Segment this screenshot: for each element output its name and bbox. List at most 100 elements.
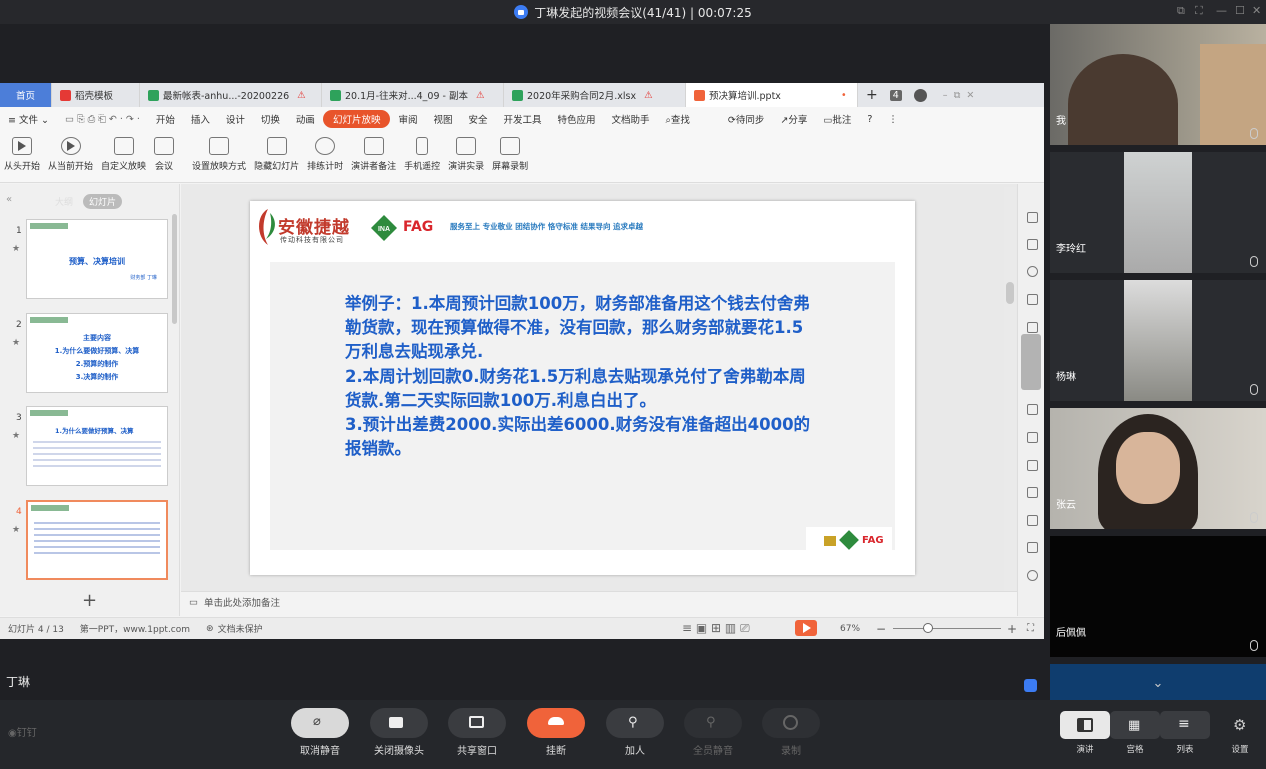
protection-status[interactable]: 文档未保护 — [218, 622, 263, 635]
participant-tile[interactable]: 杨琳 — [1050, 280, 1266, 401]
tab-presentation[interactable]: 预决算培训.pptx • — [686, 83, 858, 107]
mute-all-button[interactable]: ⚲ — [684, 708, 742, 738]
shape-icon[interactable] — [1027, 266, 1038, 277]
new-tab-button[interactable]: + — [858, 83, 886, 107]
expand-pane-handle[interactable] — [1021, 334, 1041, 390]
stamp-icon[interactable] — [1027, 294, 1038, 305]
menu-design[interactable]: 设计 — [218, 112, 253, 126]
image-icon[interactable] — [1027, 515, 1038, 526]
add-person-button[interactable]: ⚲ — [606, 708, 664, 738]
phone-remote-button[interactable]: 手机遥控 — [404, 137, 440, 172]
share-button[interactable]: ↗分享 — [772, 112, 815, 126]
layers-icon[interactable] — [1027, 432, 1038, 443]
menu-slideshow[interactable]: 幻灯片放映 — [322, 110, 391, 128]
tab-home[interactable]: 首页 — [0, 83, 52, 107]
play-slideshow-button[interactable] — [795, 620, 817, 636]
play-from-start-button[interactable]: 从头开始 — [4, 137, 40, 172]
notes-bar[interactable]: ▭ 单击此处添加备注 — [181, 591, 1017, 612]
grid-view-button[interactable]: ▦ — [1110, 711, 1160, 739]
zoom-slider-thumb[interactable] — [923, 623, 933, 633]
participant-tile[interactable]: 张云 — [1050, 408, 1266, 529]
sync-button[interactable]: ⟳待同步 — [720, 112, 772, 126]
menu-search[interactable]: ⌕查找 — [658, 112, 698, 126]
menu-features[interactable]: 特色应用 — [550, 112, 604, 126]
screen-record-button[interactable]: 屏幕录制 — [492, 137, 528, 172]
participant-tile[interactable]: 我 — [1050, 24, 1266, 145]
comment-button[interactable]: ▭批注 — [815, 112, 859, 126]
table-icon[interactable] — [1027, 322, 1038, 333]
account-avatar[interactable] — [906, 83, 935, 107]
list-view-button[interactable]: ≡ — [1160, 711, 1210, 739]
record-narration-button[interactable]: 演讲实录 — [448, 137, 484, 172]
sliders-icon[interactable] — [1027, 404, 1038, 415]
participant-tile[interactable]: 后佩佩 — [1050, 536, 1266, 657]
tab-sheet-2[interactable]: 20.1月-往来对...4_09 - 副本 ⚠ — [322, 83, 504, 107]
wps-window-controls[interactable]: – ⧉ ✕ — [935, 83, 983, 107]
show-settings-button[interactable]: 设置放映方式 — [192, 137, 246, 172]
restore-icon[interactable]: ⧉ — [954, 90, 961, 101]
minimize-icon[interactable]: — — [1216, 4, 1227, 17]
unmute-button[interactable]: ⌀ — [291, 708, 349, 738]
canvas-scrollbar[interactable] — [1004, 187, 1016, 592]
hamburger-icon[interactable]: ≡ 文件 ⌄ — [0, 112, 57, 126]
pip-icon[interactable]: ⧉ — [1177, 4, 1185, 18]
zoom-in-icon[interactable]: + — [1007, 622, 1017, 636]
share-window-button[interactable] — [448, 708, 506, 738]
menu-insert[interactable]: 插入 — [183, 112, 218, 126]
gear-icon[interactable]: ⚙ — [1233, 716, 1246, 734]
menu-developer[interactable]: 开发工具 — [496, 112, 550, 126]
slide-thumbnail-4[interactable] — [26, 500, 168, 580]
camera-off-button[interactable] — [370, 708, 428, 738]
pin-icon[interactable] — [1027, 212, 1038, 223]
copy-icon[interactable] — [1027, 239, 1038, 250]
speaker-view-button[interactable] — [1060, 711, 1110, 739]
play-from-current-button[interactable]: 从当前开始 — [48, 137, 93, 172]
tab-sheet-3[interactable]: 2020年采购合同2月.xlsx ⚠ — [504, 83, 686, 107]
record-button[interactable] — [762, 708, 820, 738]
archive-icon[interactable] — [1027, 487, 1038, 498]
collapse-panel-icon[interactable]: « — [6, 194, 12, 205]
fit-window-icon[interactable]: ⛶ — [1027, 623, 1034, 634]
quick-access-toolbar[interactable]: ▭ ⎘ ⎙ ⎗ ↶ · ↷ · — [57, 114, 148, 125]
fullscreen-icon[interactable]: ⛶ — [1195, 4, 1203, 18]
menu-review[interactable]: 审阅 — [390, 112, 425, 126]
participant-tile[interactable]: 李玲红 — [1050, 152, 1266, 273]
slide-thumbnail-1[interactable]: 预算、决算培训 财务部 丁琳 — [26, 219, 168, 299]
menu-transition[interactable]: 切换 — [253, 112, 288, 126]
view-mode-icons[interactable]: ≡ ▣ ⊞ ▥ ⎚ — [682, 621, 750, 636]
slide-thumbnail-2[interactable]: 主要内容 1.为什么要做好预算、决算 2.预算的制作 3.决算的制作 — [26, 313, 168, 393]
zoom-level[interactable]: 67% — [840, 624, 860, 634]
minimize-icon[interactable]: – — [943, 90, 948, 101]
hide-slide-button[interactable]: 隐藏幻灯片 — [254, 137, 299, 172]
zoom-out-icon[interactable]: − — [876, 622, 886, 636]
speaker-notes-button[interactable]: 演讲者备注 — [351, 137, 396, 172]
panel-scrollbar[interactable] — [172, 214, 177, 324]
add-slide-button[interactable]: + — [82, 590, 97, 611]
scrollbar-thumb[interactable] — [1006, 282, 1014, 304]
menu-home[interactable]: 开始 — [148, 112, 183, 126]
tab-sheet-1[interactable]: 最新帐表-anhu...-20200226 ⚠ — [140, 83, 322, 107]
hangup-button[interactable] — [527, 708, 585, 738]
chevron-down-icon[interactable]: ⌄ — [1050, 664, 1266, 700]
close-icon[interactable]: ✕ — [1252, 4, 1261, 17]
chat-icon[interactable] — [1024, 679, 1037, 692]
more-icon[interactable]: ⋮ — [880, 114, 906, 125]
tab-slides[interactable]: 幻灯片 — [83, 194, 123, 209]
help-icon[interactable]: ? — [859, 114, 880, 125]
meeting-button[interactable]: 会议 — [154, 137, 175, 172]
tab-outline[interactable]: 大纲 — [55, 195, 73, 208]
menu-security[interactable]: 安全 — [460, 112, 495, 126]
menu-view[interactable]: 视图 — [425, 112, 460, 126]
maximize-icon[interactable]: ☐ — [1235, 4, 1245, 17]
tab-docer[interactable]: 稻壳模板 — [52, 83, 140, 107]
menu-doc-assistant[interactable]: 文档助手 — [604, 112, 658, 126]
export-icon[interactable] — [1027, 460, 1038, 471]
zoom-slider[interactable] — [893, 628, 1001, 629]
close-icon[interactable]: ✕ — [966, 90, 974, 101]
custom-show-button[interactable]: 自定义放映 — [101, 137, 146, 172]
tab-count-badge[interactable]: 4 — [886, 83, 906, 107]
speaker-icon[interactable] — [1027, 542, 1038, 553]
slide-thumbnail-3[interactable]: 1.为什么要做好预算、决算 — [26, 406, 168, 486]
menu-animation[interactable]: 动画 — [288, 112, 323, 126]
target-icon[interactable] — [1027, 570, 1038, 581]
